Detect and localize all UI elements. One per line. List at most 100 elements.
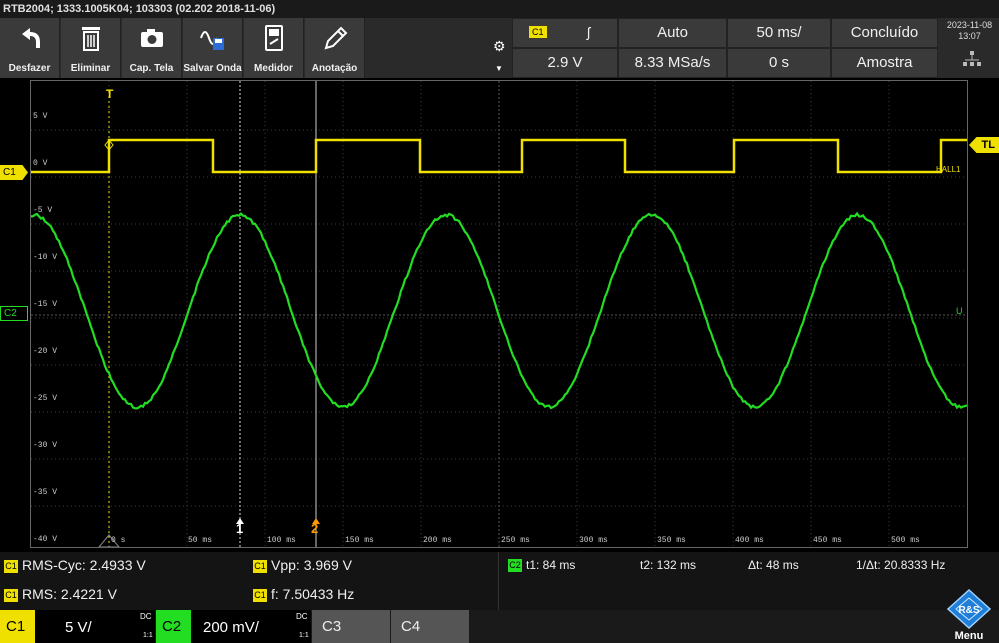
y-label-m15v: -15 V (33, 300, 57, 309)
x-label-500ms: 500 ms (891, 536, 920, 545)
waveform-display[interactable]: 5 V 0 V -5 V -10 V -15 V -20 V -25 V -30… (30, 80, 968, 548)
channel-bar: C1 5 V/ DC 1:1 C2 200 mV/ DC 1:1 C3 C4 R… (0, 610, 999, 643)
c1-coupling: DC (140, 612, 152, 621)
cursor2-label[interactable]: 2 (311, 521, 318, 536)
freq-value: f: 7.50433 Hz (271, 586, 354, 602)
rs-logo-icon: R&S (940, 588, 998, 630)
settings-button[interactable]: ⚙ ▼ (488, 18, 510, 78)
date-display: 2023-11-08 (940, 20, 999, 30)
save-wave-label: Salvar Onda (183, 63, 242, 74)
c2-scale: 200 mV/ (203, 619, 259, 636)
c1-settings: 5 V/ DC 1:1 (35, 610, 155, 643)
delete-button[interactable]: Eliminar (61, 18, 121, 78)
c2-probe: 1:1 (299, 632, 309, 639)
trigger-source-tag: C1 (529, 26, 547, 38)
y-label-m40v: -40 V (33, 535, 57, 544)
channel-c1[interactable]: C1 5 V/ DC 1:1 (0, 610, 155, 643)
meter-icon (244, 24, 304, 52)
y-label-m25v: -25 V (33, 394, 57, 403)
x-label-350ms: 350 ms (657, 536, 686, 545)
c2-coupling: DC (296, 612, 308, 621)
vpp-value: Vpp: 3.969 V (271, 557, 352, 573)
t1-value: t1: 84 ms (526, 558, 575, 572)
c1-tag: C1 (4, 589, 18, 602)
y-label-0v: 0 V (33, 159, 47, 168)
time-scale[interactable]: 50 ms/ (727, 18, 831, 48)
inv-dt-value: 1/Δt: 20.8333 Hz (856, 558, 945, 572)
pen-icon (305, 24, 365, 52)
divider (498, 552, 499, 610)
c1-waveform (31, 140, 967, 172)
trigger-level[interactable]: 2.9 V (512, 48, 618, 78)
c2-settings: 200 mV/ DC 1:1 (191, 610, 311, 643)
measurement-panel: C1 RMS-Cyc: 2.4933 V C1 RMS: 2.4221 V C1 Vp… (0, 552, 999, 610)
channel-c3[interactable]: C3 (312, 610, 390, 643)
channel-c2[interactable]: C2 200 mV/ DC 1:1 (156, 610, 311, 643)
x-label-0: 0 s (111, 536, 125, 545)
measurement-frequency[interactable]: C1 f: 7.50433 Hz (253, 586, 354, 602)
c1-offset-marker[interactable]: C1 (0, 165, 28, 180)
trigger-source-cell[interactable]: C1 ʃ (512, 18, 618, 48)
undo-button[interactable]: Desfazer (0, 18, 60, 78)
y-label-m5v: -5 V (33, 206, 52, 215)
c2-tag: C2 (508, 559, 522, 572)
acquisition-status[interactable]: Concluído (831, 18, 938, 48)
dt-value: Δt: 48 ms (748, 558, 799, 572)
undo-icon (0, 24, 60, 52)
c2-name: C2 (162, 618, 181, 635)
save-wave-button[interactable]: Salvar Onda (183, 18, 243, 78)
y-label-m20v: -20 V (33, 347, 57, 356)
t2-value: t2: 132 ms (640, 558, 696, 572)
time-offset[interactable]: 0 s (727, 48, 831, 78)
waveform-canvas (31, 81, 967, 547)
save-wave-icon (183, 24, 243, 52)
hall-label: HALL1 (936, 165, 960, 174)
c1-tag: C1 (4, 560, 18, 573)
trigger-position-marker[interactable]: T (106, 87, 113, 101)
c1-tag: C1 (253, 560, 267, 573)
c1-name: C1 (6, 618, 25, 635)
sample-rate[interactable]: 8.33 MSa/s (618, 48, 727, 78)
screenshot-label: Cap. Tela (122, 63, 181, 74)
menu-button[interactable]: R&S Menu (940, 588, 998, 643)
acquisition-mode[interactable]: Amostra (831, 48, 938, 78)
trigger-mode[interactable]: Auto (618, 18, 727, 48)
trigger-level-marker[interactable]: TL (969, 137, 999, 153)
undo-label: Desfazer (0, 63, 59, 74)
c4-name: C4 (401, 618, 420, 635)
time-display: 13:07 (940, 31, 999, 41)
x-label-50ms: 50 ms (188, 536, 212, 545)
x-label-300ms: 300 ms (579, 536, 608, 545)
cursor1-label[interactable]: 1 (236, 521, 243, 536)
measurement-rms[interactable]: C1 RMS: 2.4221 V (4, 586, 117, 602)
menu-label: Menu (940, 630, 998, 642)
c2-offset-marker[interactable]: C2 (0, 306, 28, 321)
rms-cyc-value: RMS-Cyc: 2.4933 V (22, 557, 146, 573)
x-label-150ms: 150 ms (345, 536, 374, 545)
delete-label: Eliminar (61, 63, 120, 74)
meter-button[interactable]: Medidor (244, 18, 304, 78)
svg-text:R&S: R&S (958, 605, 979, 616)
channel-c4[interactable]: C4 (391, 610, 469, 643)
trash-icon (61, 24, 121, 52)
y-label-m10v: -10 V (33, 253, 57, 262)
x-label-100ms: 100 ms (267, 536, 296, 545)
x-label-250ms: 250 ms (501, 536, 530, 545)
rms-value: RMS: 2.4221 V (22, 586, 117, 602)
annotation-button[interactable]: Anotação (305, 18, 365, 78)
measurement-rms-cyc[interactable]: C1 RMS-Cyc: 2.4933 V (4, 557, 146, 573)
annotation-label: Anotação (305, 63, 364, 74)
y-label-5v: 5 V (33, 112, 47, 121)
trigger-slope-icon: ʃ (587, 24, 590, 40)
c1-scale: 5 V/ (65, 619, 92, 636)
screenshot-button[interactable]: Cap. Tela (122, 18, 182, 78)
y-label-m30v: -30 V (33, 441, 57, 450)
x-label-200ms: 200 ms (423, 536, 452, 545)
measurement-vpp[interactable]: C1 Vpp: 3.969 V (253, 557, 352, 573)
c1-probe: 1:1 (143, 632, 153, 639)
y-label-m35v: -35 V (33, 488, 57, 497)
x-label-400ms: 400 ms (735, 536, 764, 545)
x-label-450ms: 450 ms (813, 536, 842, 545)
c3-name: C3 (322, 618, 341, 635)
cursor-measurements[interactable]: C2 t1: 84 ms (508, 558, 575, 572)
